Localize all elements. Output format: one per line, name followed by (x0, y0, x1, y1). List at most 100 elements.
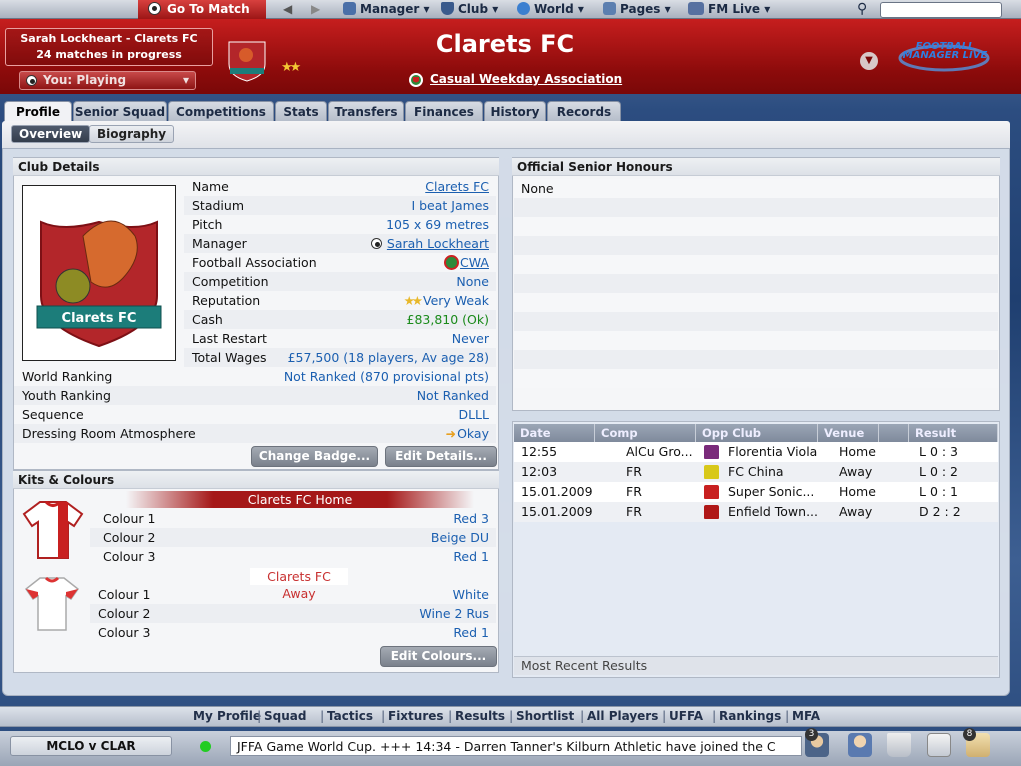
table-row[interactable]: 15.01.2009 FR Enfield Town... Away D 2 : 2 (514, 502, 998, 522)
bottom-nav-all-players[interactable]: All Players (587, 709, 658, 723)
playing-status-dropdown[interactable]: You: Playing ▾ (19, 71, 196, 90)
honours-row (514, 331, 998, 350)
table-row[interactable]: 12:55 AlCu Gro... Florentia Viola Home L 0 :… (514, 442, 998, 462)
bottom-nav-squad[interactable]: Squad (264, 709, 306, 723)
go-to-match-button[interactable]: Go To Match (138, 0, 266, 19)
results-footer: Most Recent Results (514, 656, 998, 675)
bin-icon[interactable] (887, 733, 911, 757)
column-header-date[interactable]: Date (514, 424, 595, 443)
honours-header: Official Senior Honours (512, 158, 1000, 176)
detail-value: £83,810 (Ok) (406, 312, 490, 327)
menu-fm-live[interactable]: FM Live ▾ (688, 0, 770, 19)
association-link[interactable]: Casual Weekday Association (430, 72, 622, 86)
bottom-nav-mfa[interactable]: MFA (792, 709, 820, 723)
tab-competitions[interactable]: Competitions (168, 101, 274, 122)
result-date: 12:03 (521, 464, 558, 479)
detail-value[interactable]: Sarah Lockheart (387, 234, 489, 253)
result-venue: Home (839, 444, 876, 459)
tab-profile[interactable]: Profile (4, 101, 72, 122)
kit-colour-row: Colour 2 Wine 2 Rus (90, 604, 496, 623)
edit-details-button[interactable]: Edit Details... (385, 446, 497, 467)
search-input[interactable] (880, 2, 1002, 18)
detail-row-manager: Manager Sarah Lockheart (184, 234, 496, 253)
nav-separator: | (257, 709, 262, 723)
column-header-venue[interactable]: Venue (818, 424, 879, 443)
nav-separator: | (662, 709, 667, 723)
tab-stats[interactable]: Stats (275, 101, 327, 122)
kit-colour-row: Colour 3 Red 1 (90, 623, 496, 642)
result-venue: Away (839, 504, 873, 519)
home-shirt-icon (22, 500, 84, 559)
detail-value: Okay (457, 426, 489, 441)
result-comp: AlCu Gro... (626, 444, 693, 459)
tab-transfers[interactable]: Transfers (328, 101, 404, 122)
detail-value: Very Weak (423, 293, 489, 308)
result-result: L 0 : 2 (919, 464, 959, 479)
back-arrow-icon[interactable]: ◀ (283, 0, 292, 19)
result-opp: Florentia Viola (728, 444, 818, 459)
detail-label: Name (192, 179, 229, 194)
kit-colour-row: Colour 3 Red 1 (90, 547, 496, 566)
honours-row (514, 293, 998, 312)
honours-row (514, 350, 998, 369)
honours-row (514, 198, 998, 217)
search-icon: ⚲ (857, 1, 868, 17)
honours-value: None (521, 181, 554, 196)
menu-club[interactable]: Club ▾ (441, 0, 498, 19)
kit-colour-row: Colour 2 Beige DU (90, 528, 496, 547)
subtab-biography[interactable]: Biography (89, 125, 175, 143)
bottom-nav-rankings[interactable]: Rankings (719, 709, 781, 723)
detail-label: World Ranking (22, 369, 113, 384)
column-header-opp-club[interactable]: Opp Club (696, 424, 818, 443)
manager-info-box[interactable]: Sarah Lockheart - Clarets FC 24 matches … (5, 28, 213, 66)
table-row[interactable]: 12:03 FR FC China Away L 0 : 2 (514, 462, 998, 482)
opponent-kit-icon (704, 505, 719, 519)
kit-colour-label: Colour 2 (98, 606, 151, 621)
fml-icon (688, 2, 704, 15)
column-header-result[interactable]: Result (909, 424, 998, 443)
kit-colour-label: Colour 3 (98, 625, 151, 640)
edit-colours-button[interactable]: Edit Colours... (380, 646, 497, 667)
change-badge-button[interactable]: Change Badge... (251, 446, 378, 467)
menu-pages[interactable]: Pages ▾ (603, 0, 671, 19)
club-badge-frame: Clarets FC (22, 185, 176, 361)
detail-label: Cash (192, 312, 223, 327)
table-row[interactable]: 15.01.2009 FR Super Sonic... Home L 0 : 1 (514, 482, 998, 502)
detail-label: Stadium (192, 198, 245, 213)
bottom-nav-shortlist[interactable]: Shortlist (516, 709, 574, 723)
tab-senior-squad[interactable]: Senior Squad (73, 101, 167, 122)
away-shirt-icon (24, 576, 80, 631)
column-header-comp[interactable]: Comp (595, 424, 696, 443)
bottom-nav-tactics[interactable]: Tactics (327, 709, 373, 723)
tab-records[interactable]: Records (547, 101, 621, 122)
tab-history[interactable]: History (484, 101, 546, 122)
detail-value[interactable]: CWA (460, 253, 489, 272)
menu-world[interactable]: World ▾ (517, 0, 584, 19)
subtab-overview[interactable]: Overview (11, 125, 91, 143)
detail-row-youth-ranking: Youth Ranking Not Ranked (14, 386, 496, 405)
result-date: 15.01.2009 (521, 504, 593, 519)
live-score-button[interactable]: MCLO v CLAR (10, 736, 172, 756)
forward-arrow-icon[interactable]: ▶ (311, 0, 320, 19)
options-dropdown-icon[interactable]: ▼ (860, 52, 878, 70)
menu-manager[interactable]: Manager ▾ (343, 0, 430, 19)
kit-colour-value: White (452, 587, 489, 602)
fm-live-logo: FOOTBALL MANAGER LIVE (898, 40, 990, 76)
result-date: 12:55 (521, 444, 558, 459)
honours-row (514, 179, 998, 198)
bottom-nav-uffa[interactable]: UFFA (669, 709, 703, 723)
nav-separator: | (712, 709, 717, 723)
online-status-icon (200, 741, 211, 752)
bottom-nav-results[interactable]: Results (455, 709, 505, 723)
staff-icon[interactable] (848, 733, 872, 757)
tab-finances[interactable]: Finances (405, 101, 483, 122)
manager-icon (343, 2, 356, 15)
news-ticker[interactable]: JFFA Game World Cup. +++ 14:34 - Darren … (230, 736, 802, 756)
club-badge-large (36, 220, 162, 348)
bottom-nav-fixtures[interactable]: Fixtures (388, 709, 444, 723)
detail-label: Sequence (22, 407, 84, 422)
detail-value[interactable]: Clarets FC (425, 177, 489, 196)
bottom-nav-my-profile[interactable]: My Profile (193, 709, 261, 723)
mail-icon[interactable] (927, 733, 951, 757)
association-icon (409, 73, 423, 87)
